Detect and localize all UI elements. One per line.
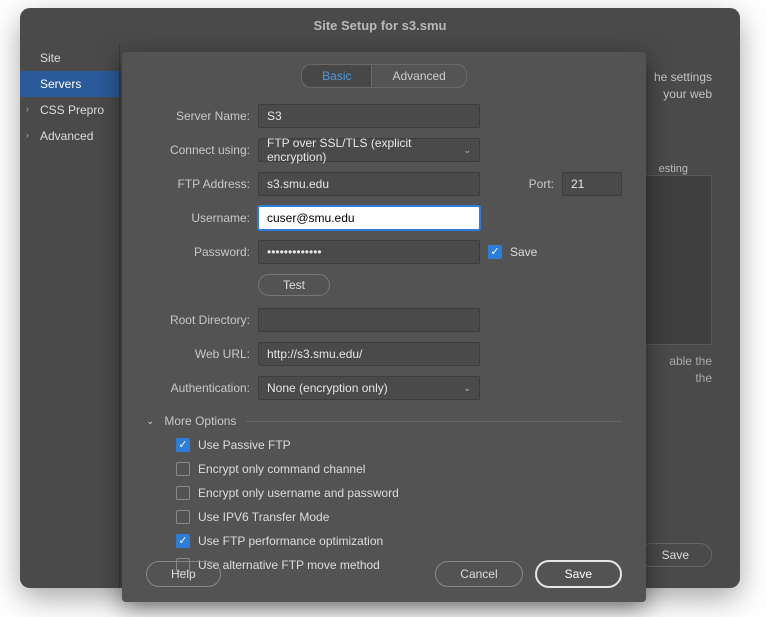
bg-text-top: he settings your web: [654, 69, 712, 103]
authentication-select[interactable]: None (encryption only) ⌄: [258, 376, 480, 400]
opt-encrypt-command-checkbox[interactable]: [176, 462, 190, 476]
help-button[interactable]: Help: [146, 561, 221, 587]
opt-label: Use Passive FTP: [198, 438, 291, 452]
sidebar-item-advanced[interactable]: › Advanced: [20, 123, 119, 149]
label-username: Username:: [146, 211, 250, 225]
save-password-checkbox[interactable]: [488, 245, 502, 259]
tab-advanced[interactable]: Advanced: [371, 64, 466, 88]
web-url-input[interactable]: [258, 342, 480, 366]
sidebar-item-site[interactable]: Site: [20, 45, 119, 71]
more-options-label: More Options: [164, 414, 236, 428]
option-row: Use Passive FTP: [176, 438, 622, 452]
sidebar-item-label: Site: [40, 51, 61, 65]
option-row: Use FTP performance optimization: [176, 534, 622, 548]
label-connect-using: Connect using:: [146, 143, 250, 157]
server-name-input[interactable]: [258, 104, 480, 128]
divider-line: [246, 421, 622, 422]
tab-bar: Basic Advanced: [122, 64, 646, 88]
chevron-down-icon: ⌄: [146, 416, 154, 427]
save-button[interactable]: Save: [535, 560, 622, 588]
password-input[interactable]: [258, 240, 480, 264]
outer-title: Site Setup for s3.smu: [20, 8, 740, 45]
tab-basic[interactable]: Basic: [301, 64, 371, 88]
chevron-down-icon: ⌄: [463, 145, 471, 156]
username-input[interactable]: [258, 206, 480, 230]
opt-label: Encrypt only command channel: [198, 462, 365, 476]
label-port: Port:: [529, 177, 554, 191]
label-web-url: Web URL:: [146, 347, 250, 361]
sidebar: Site Servers › CSS Prepro › Advanced: [20, 45, 120, 587]
label-authentication: Authentication:: [146, 381, 250, 395]
opt-label: Use FTP performance optimization: [198, 534, 383, 548]
opt-label: Use IPV6 Transfer Mode: [198, 510, 329, 524]
chevron-down-icon: ⌄: [463, 383, 471, 394]
sidebar-item-label: CSS Prepro: [40, 103, 104, 117]
select-value: None (encryption only): [267, 381, 388, 395]
form: Server Name: Connect using: FTP over SSL…: [122, 104, 646, 572]
more-options-toggle[interactable]: ⌄ More Options: [146, 414, 622, 428]
select-value: FTP over SSL/TLS (explicit encryption): [267, 136, 455, 164]
opt-label: Encrypt only username and password: [198, 486, 399, 500]
chevron-right-icon: ›: [26, 104, 29, 114]
cancel-button[interactable]: Cancel: [435, 561, 522, 587]
ftp-address-input[interactable]: [258, 172, 480, 196]
label-password: Password:: [146, 245, 250, 259]
connect-using-select[interactable]: FTP over SSL/TLS (explicit encryption) ⌄: [258, 138, 480, 162]
outer-save-button[interactable]: Save: [639, 543, 712, 567]
sidebar-item-label: Servers: [40, 77, 81, 91]
sidebar-item-label: Advanced: [40, 129, 93, 143]
bg-testing-label: esting: [653, 163, 694, 175]
sidebar-item-css-prepro[interactable]: › CSS Prepro: [20, 97, 119, 123]
sidebar-item-servers[interactable]: Servers: [20, 71, 119, 97]
chevron-right-icon: ›: [26, 130, 29, 140]
label-root-dir: Root Directory:: [146, 313, 250, 327]
label-ftp-address: FTP Address:: [146, 177, 250, 191]
more-options-panel: Use Passive FTP Encrypt only command cha…: [146, 438, 622, 572]
modal-buttons: Help Cancel Save: [146, 560, 622, 588]
root-dir-input[interactable]: [258, 308, 480, 332]
opt-ipv6-checkbox[interactable]: [176, 510, 190, 524]
option-row: Encrypt only command channel: [176, 462, 622, 476]
opt-perf-opt-checkbox[interactable]: [176, 534, 190, 548]
opt-passive-ftp-checkbox[interactable]: [176, 438, 190, 452]
opt-encrypt-userpass-checkbox[interactable]: [176, 486, 190, 500]
option-row: Encrypt only username and password: [176, 486, 622, 500]
save-password-label: Save: [510, 245, 537, 259]
server-modal: Basic Advanced Server Name: Connect usin…: [122, 52, 646, 602]
option-row: Use IPV6 Transfer Mode: [176, 510, 622, 524]
bg-text-bottom: able the the: [669, 353, 712, 387]
test-button[interactable]: Test: [258, 274, 330, 296]
label-server-name: Server Name:: [146, 109, 250, 123]
port-input[interactable]: [562, 172, 622, 196]
